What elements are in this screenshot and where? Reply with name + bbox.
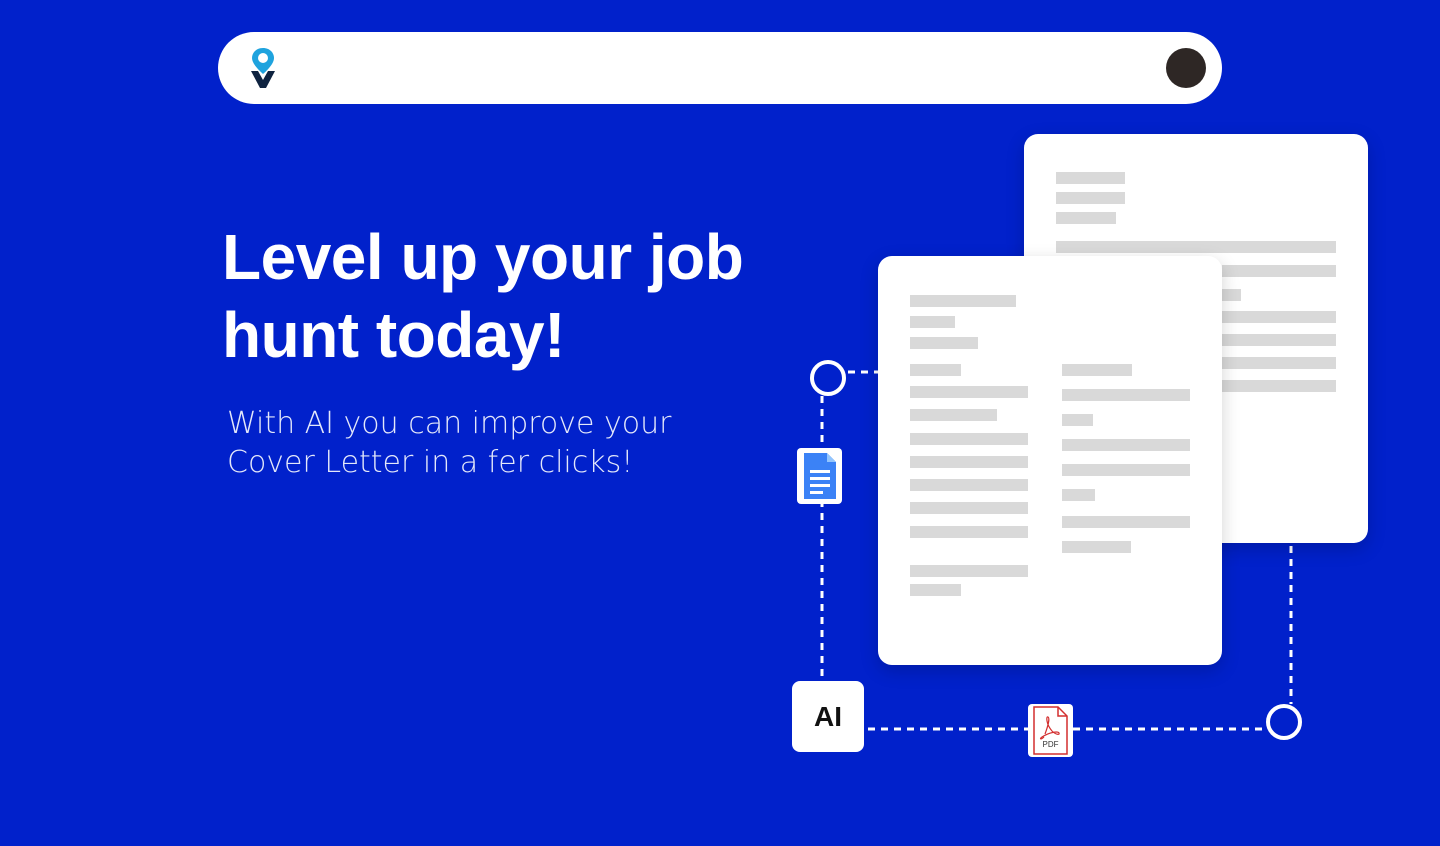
google-docs-card [797,448,842,504]
pdf-file-icon: PDF [1033,706,1068,755]
logo-icon[interactable] [248,46,278,90]
user-avatar[interactable] [1166,48,1206,88]
pdf-card: PDF [1028,704,1073,757]
document-front [878,256,1222,665]
hero-subline: With AI you can improve your Cover Lette… [227,406,672,480]
hero-headline: Level up your job hunt today! [222,221,744,371]
connector-node-bottom [1266,704,1302,740]
ai-badge: AI [792,681,864,752]
google-docs-icon [804,453,836,499]
pdf-label: PDF [1043,740,1059,749]
top-navigation-bar [218,32,1222,104]
